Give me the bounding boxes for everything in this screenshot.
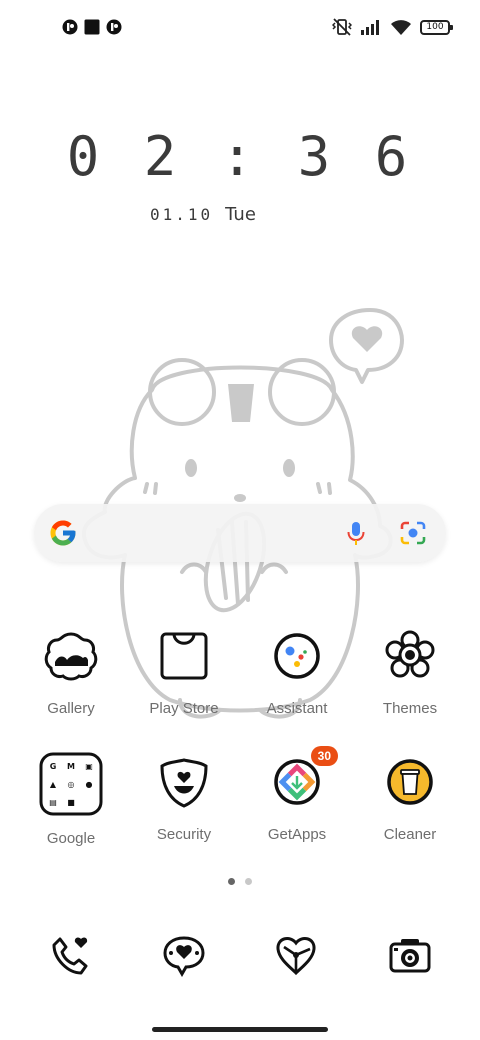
app-label: Themes [382,700,438,717]
page-indicator[interactable] [228,878,252,885]
svg-text:■: ■ [67,798,75,807]
google-search-bar[interactable] [34,504,446,562]
app-label: Google [46,830,96,847]
clock-date[interactable]: 01.10 Tue [150,204,256,225]
lens-camera-icon[interactable] [398,518,428,548]
messages-icon[interactable] [162,933,206,977]
status-bar: 100 [0,0,480,56]
play-store-icon [160,632,208,680]
security-shield-icon [160,758,208,808]
signal-icon [361,20,379,35]
gallery-icon [44,632,98,681]
themes-flower-icon [385,630,435,678]
date-text: 01.10 [150,205,214,224]
battery-indicator: 100 [420,19,453,35]
google-folder-icon: G M ▣ ▲ ◎ ● ▤ ■ [39,752,103,816]
app-label: Assistant [266,700,328,717]
app-notification-icon [62,19,78,35]
square-notification-icon [84,19,100,35]
svg-text:M: M [67,762,75,771]
app-label: Gallery [47,700,95,717]
microphone-icon[interactable] [342,519,370,547]
phone-icon[interactable] [48,933,92,977]
app-security[interactable]: Security [129,752,239,843]
vibrate-off-icon [332,18,352,36]
page-dot[interactable] [245,878,252,885]
app-notification-icon [106,19,122,35]
page-dot-active[interactable] [228,878,235,885]
app-google-folder[interactable]: G M ▣ ▲ ◎ ● ▤ ■ Google [16,752,126,847]
app-getapps[interactable]: 30 GetApps [242,746,352,843]
svg-text:▤: ▤ [49,798,57,807]
wifi-icon [391,19,411,35]
app-assistant[interactable]: Assistant [242,626,352,717]
google-logo-icon[interactable] [48,518,78,548]
cleaner-trash-icon [387,759,433,805]
assistant-icon [274,633,320,679]
svg-text:G: G [50,762,57,771]
app-label: Cleaner [383,826,437,843]
app-label: Play Store [149,700,219,717]
system-icons: 100 [332,18,453,36]
svg-text:◎: ◎ [68,780,75,789]
app-gallery[interactable]: Gallery [16,626,126,717]
svg-text:▣: ▣ [85,762,93,771]
clock-time[interactable]: 0 2 : 3 6 [0,125,480,188]
home-gesture-bar[interactable] [152,1027,328,1032]
app-label: Security [156,826,212,843]
notification-icons [62,19,122,35]
notification-badge: 30 [310,746,338,766]
app-cleaner[interactable]: Cleaner [355,752,465,843]
camera-icon[interactable] [388,933,432,977]
app-label: GetApps [267,826,327,843]
browser-heart-icon[interactable] [274,933,318,977]
app-play-store[interactable]: Play Store [129,626,239,717]
svg-text:●: ● [86,780,93,789]
app-themes[interactable]: Themes [355,626,465,717]
svg-text:▲: ▲ [50,780,57,789]
weekday-text: Tue [225,204,256,225]
